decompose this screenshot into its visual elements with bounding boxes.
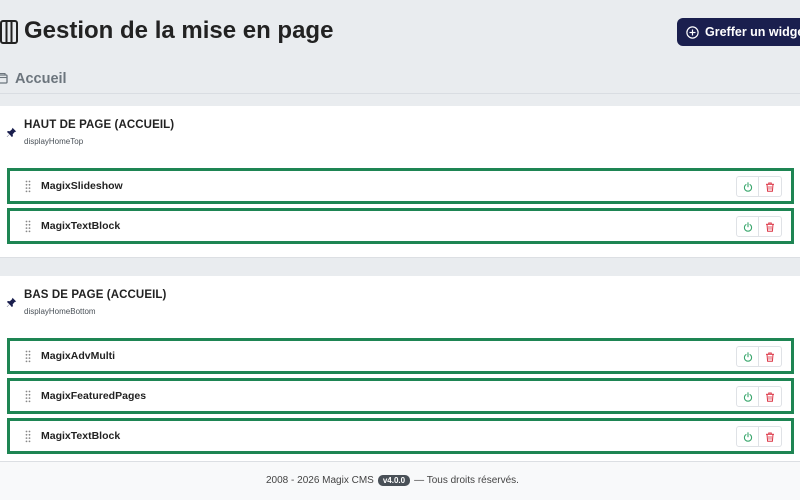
hook-title: BAS DE PAGE (ACCUEIL)	[24, 289, 167, 301]
widget-actions	[736, 426, 782, 447]
widget-name: MagixAdvMulti	[41, 350, 116, 362]
widget-row[interactable]: MagixSlideshow	[7, 168, 794, 204]
plus-circle-icon	[686, 25, 699, 39]
copyright-text: 2008 - 2026 Magix CMS v4.0.0 — Tous droi…	[266, 475, 519, 486]
hook-title: HAUT DE PAGE (ACCUEIL)	[24, 119, 175, 131]
page-title: Gestion de la mise en page	[24, 17, 334, 44]
toggle-widget-button[interactable]	[736, 346, 759, 367]
toggle-widget-button[interactable]	[736, 426, 759, 447]
widget-name: MagixSlideshow	[41, 180, 123, 192]
drag-handle-icon[interactable]	[25, 350, 31, 363]
copyright-prefix: 2008 - 2026 Magix CMS	[266, 475, 374, 486]
pin-icon	[6, 127, 17, 138]
drag-handle-icon[interactable]	[25, 390, 31, 403]
widget-name: MagixFeaturedPages	[41, 390, 147, 402]
widget-row[interactable]: MagixFeaturedPages	[7, 378, 794, 414]
drag-handle-icon[interactable]	[25, 430, 31, 443]
trash-icon	[766, 222, 774, 232]
power-icon	[743, 221, 752, 232]
trash-icon	[766, 182, 774, 192]
widget-row[interactable]: MagixTextBlock	[7, 418, 794, 454]
page-header: Gestion de la mise en page Greffer un wi…	[0, 0, 800, 64]
toggle-widget-button[interactable]	[736, 176, 759, 197]
pin-icon	[6, 297, 17, 308]
widget-actions	[736, 386, 782, 407]
hook-section-home-top: HAUT DE PAGE (ACCUEIL) displayHomeTop Ma…	[0, 106, 800, 258]
widget-name: MagixTextBlock	[41, 430, 121, 442]
trash-icon	[766, 432, 774, 442]
hook-section-home-bottom: BAS DE PAGE (ACCUEIL) displayHomeBottom …	[0, 276, 800, 462]
power-icon	[743, 391, 752, 402]
trash-icon	[766, 352, 774, 362]
power-icon	[743, 351, 752, 362]
columns-icon	[0, 20, 18, 44]
toggle-widget-button[interactable]	[736, 386, 759, 407]
widget-row[interactable]: MagixTextBlock	[7, 208, 794, 244]
delete-widget-button[interactable]	[759, 346, 782, 367]
widget-actions	[736, 346, 782, 367]
drag-handle-icon[interactable]	[25, 220, 31, 233]
hook-code: displayHomeBottom	[24, 307, 96, 316]
hook-header: HAUT DE PAGE (ACCUEIL) displayHomeTop	[0, 106, 800, 166]
drag-handle-icon[interactable]	[25, 180, 31, 193]
version-badge: v4.0.0	[377, 475, 411, 486]
toggle-widget-button[interactable]	[736, 216, 759, 237]
power-icon	[743, 181, 752, 192]
add-widget-button[interactable]: Greffer un widget	[677, 18, 800, 46]
widget-actions	[736, 216, 782, 237]
delete-widget-button[interactable]	[759, 386, 782, 407]
widget-actions	[736, 176, 782, 197]
home-window-icon	[0, 72, 8, 84]
trash-icon	[766, 392, 774, 402]
copyright-suffix: — Tous droits réservés.	[414, 475, 519, 486]
delete-widget-button[interactable]	[759, 216, 782, 237]
add-widget-label: Greffer un widget	[705, 25, 800, 39]
power-icon	[743, 431, 752, 442]
page-footer: 2008 - 2026 Magix CMS v4.0.0 — Tous droi…	[0, 462, 800, 500]
hook-code: displayHomeTop	[24, 137, 84, 146]
section-title: Accueil	[15, 71, 67, 87]
widget-row[interactable]: MagixAdvMulti	[7, 338, 794, 374]
section-breadcrumb: Accueil	[0, 64, 800, 94]
delete-widget-button[interactable]	[759, 426, 782, 447]
hook-header: BAS DE PAGE (ACCUEIL) displayHomeBottom	[0, 276, 800, 336]
delete-widget-button[interactable]	[759, 176, 782, 197]
widget-name: MagixTextBlock	[41, 220, 121, 232]
